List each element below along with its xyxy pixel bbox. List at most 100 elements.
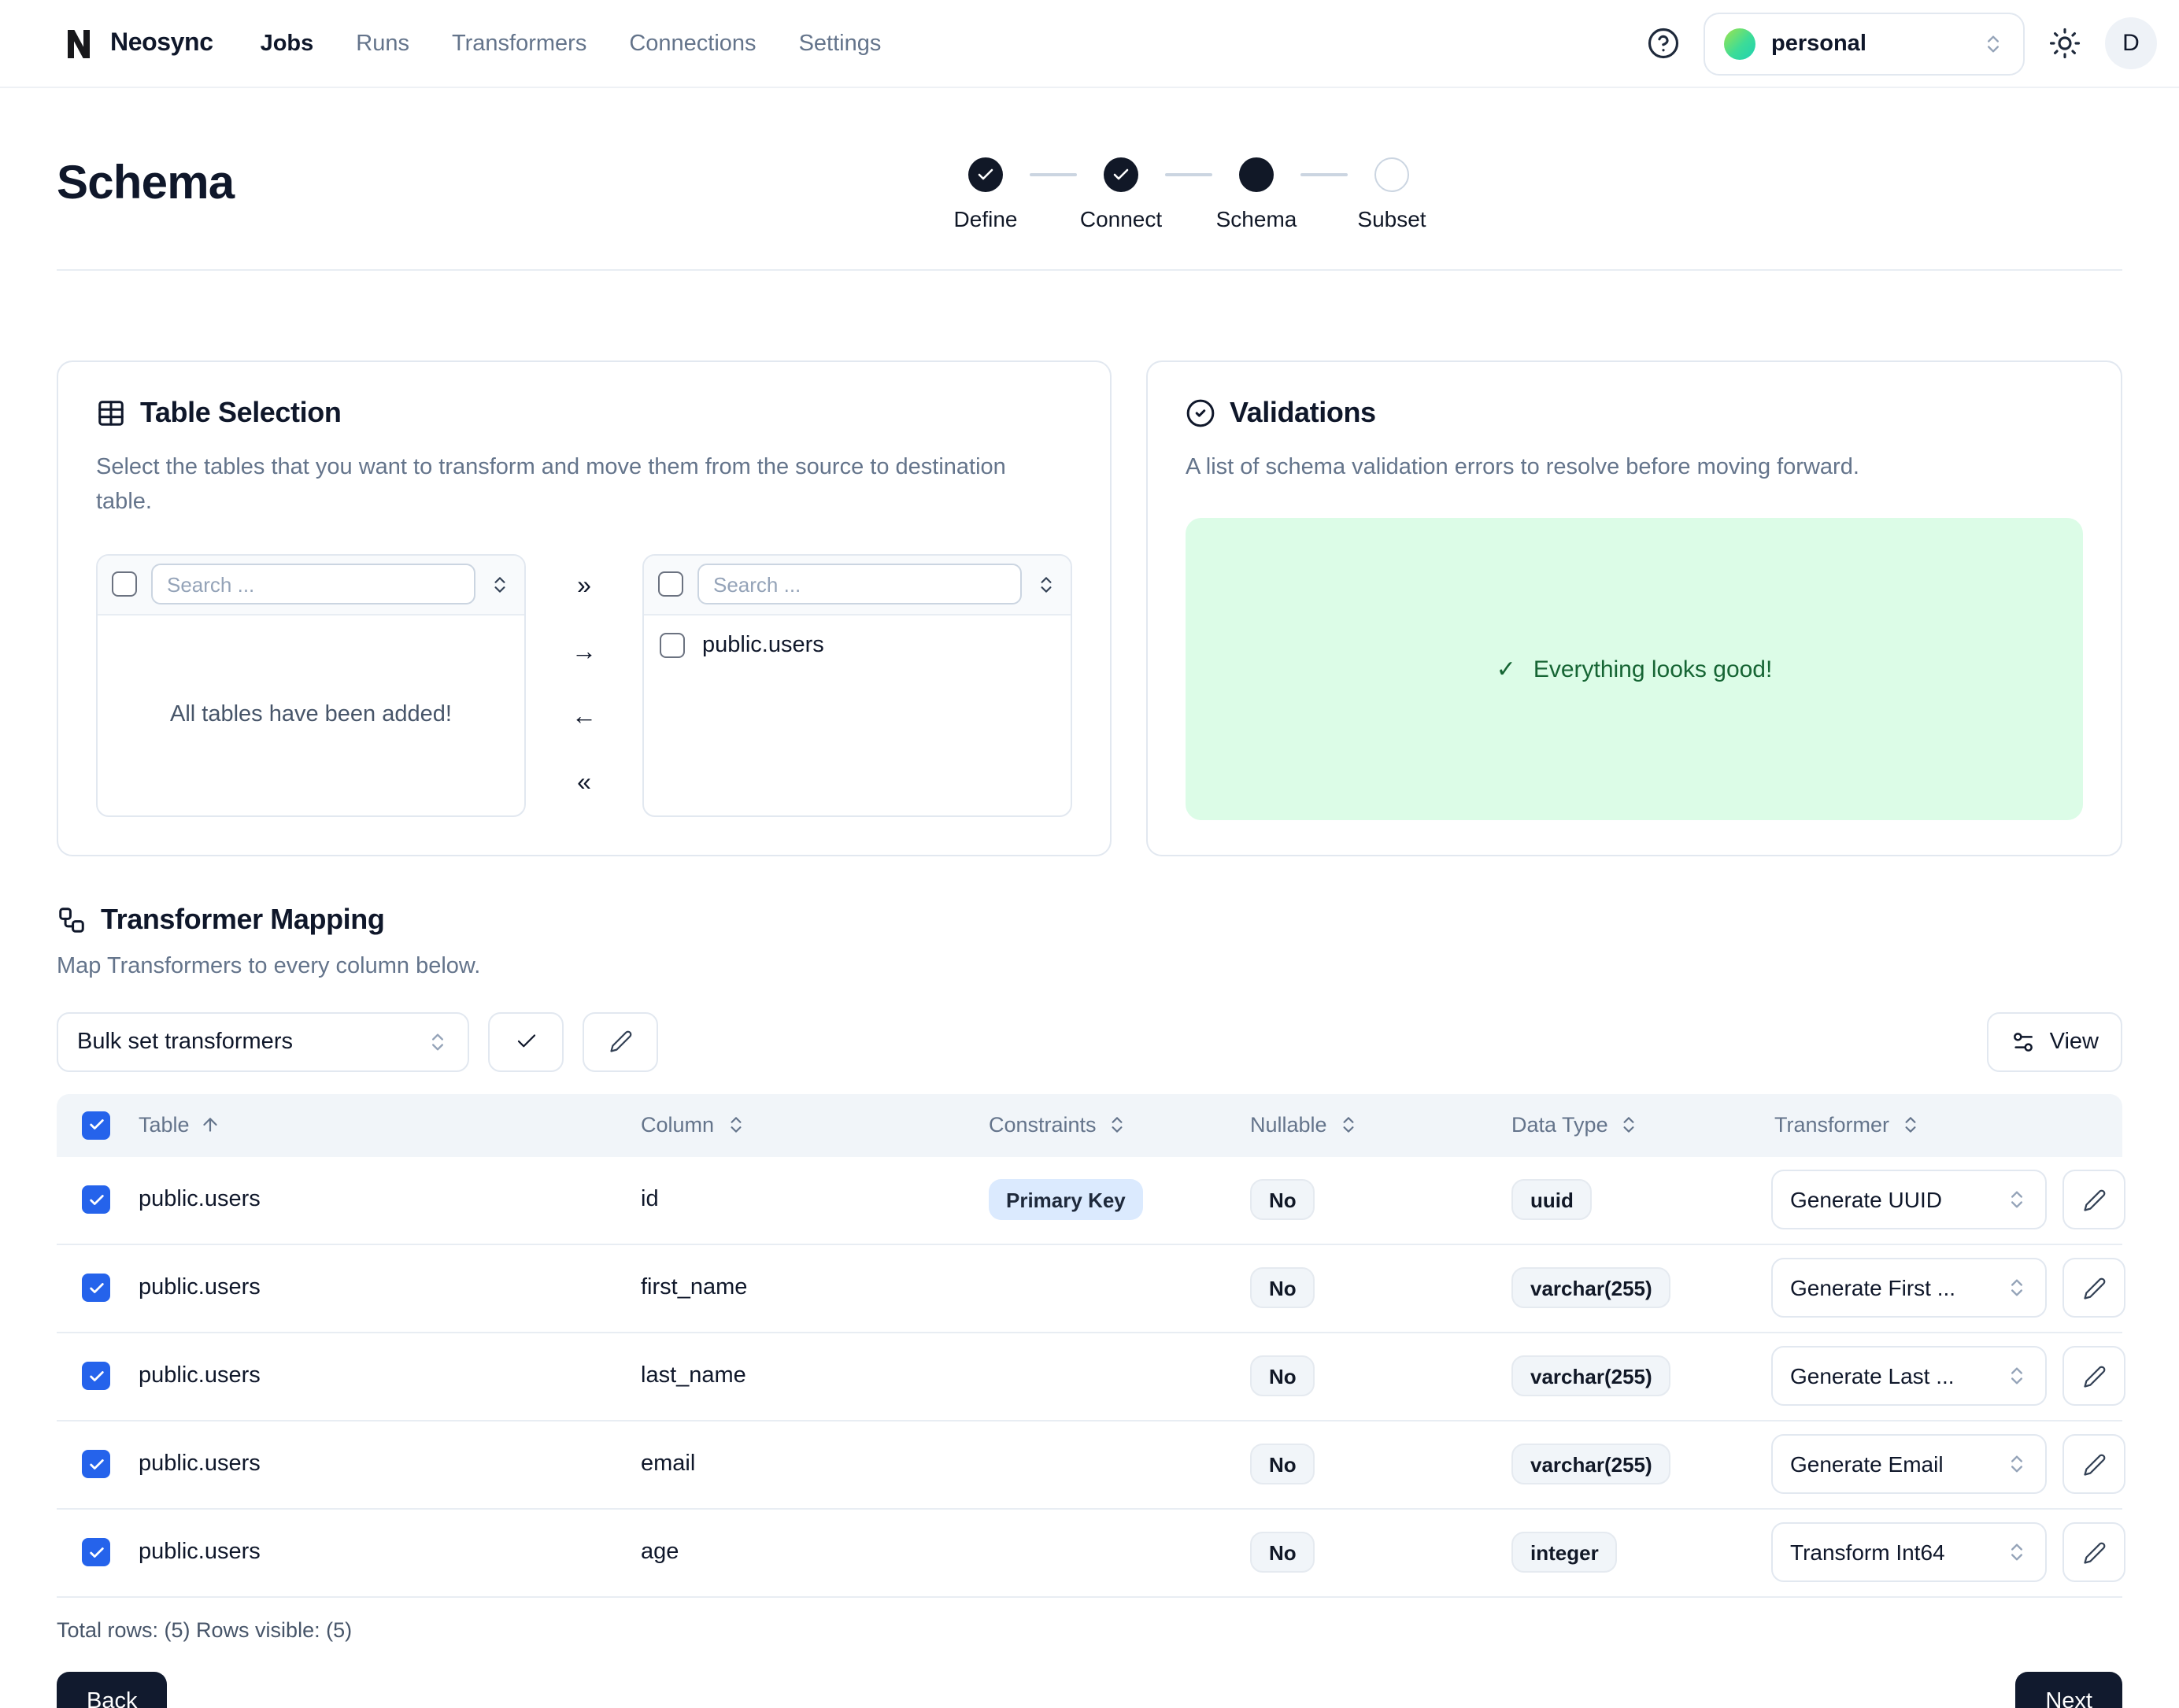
back-button[interactable]: Back bbox=[57, 1672, 168, 1708]
datatype-badge: integer bbox=[1511, 1532, 1618, 1573]
row-checkbox[interactable] bbox=[82, 1274, 110, 1302]
select-all-rows-checkbox[interactable] bbox=[82, 1111, 110, 1139]
step-complete-icon bbox=[968, 157, 1003, 192]
sort-header-nullable[interactable]: Nullable bbox=[1234, 1114, 1496, 1137]
move-left-button[interactable]: ← bbox=[560, 695, 608, 742]
row-checkbox[interactable] bbox=[82, 1538, 110, 1566]
table-item-checkbox[interactable] bbox=[660, 633, 685, 658]
bulk-select-label: Bulk set transformers bbox=[77, 1030, 293, 1055]
nav-item-settings[interactable]: Settings bbox=[799, 31, 882, 56]
step-label: Define bbox=[954, 206, 1018, 231]
edit-transformer-button[interactable] bbox=[2062, 1435, 2125, 1495]
select-all-destination-checkbox[interactable] bbox=[658, 572, 683, 597]
row-table-name: public.users bbox=[123, 1540, 625, 1566]
edit-bulk-button[interactable] bbox=[583, 1012, 658, 1072]
user-avatar-initial: D bbox=[2122, 30, 2140, 57]
circle-check-icon bbox=[1186, 398, 1215, 428]
step-connect[interactable]: Connect bbox=[1077, 157, 1165, 231]
view-button-label: View bbox=[2050, 1030, 2099, 1055]
chevrons-up-down-icon bbox=[2006, 1454, 2028, 1476]
brand[interactable]: Neosync bbox=[60, 24, 213, 62]
next-button[interactable]: Next bbox=[2015, 1672, 2122, 1708]
destination-sort-button[interactable] bbox=[1036, 575, 1056, 595]
table-header-row: Table Column Constraints Nullable Data T… bbox=[57, 1094, 2122, 1157]
table-selection-card: Table Selection Select the tables that y… bbox=[57, 360, 1112, 857]
transformer-select[interactable]: Generate Email bbox=[1771, 1435, 2047, 1495]
validations-description: A list of schema validation errors to re… bbox=[1186, 450, 2083, 486]
row-checkbox[interactable] bbox=[82, 1362, 110, 1390]
sort-header-column[interactable]: Column bbox=[625, 1114, 973, 1137]
move-all-left-button[interactable]: « bbox=[560, 760, 608, 808]
validation-success-box: ✓ Everything looks good! bbox=[1186, 519, 2083, 821]
help-button[interactable] bbox=[1647, 27, 1680, 60]
step-label: Connect bbox=[1080, 206, 1162, 231]
source-sort-button[interactable] bbox=[490, 575, 510, 595]
step-label: Schema bbox=[1216, 206, 1297, 231]
row-column-name: last_name bbox=[625, 1364, 973, 1389]
chevrons-up-down-icon bbox=[1982, 32, 2004, 54]
datatype-badge: uuid bbox=[1511, 1180, 1593, 1221]
transformer-select[interactable]: Generate First ... bbox=[1771, 1259, 2047, 1318]
transformer-select[interactable]: Transform Int64 bbox=[1771, 1523, 2047, 1583]
destination-search-input[interactable] bbox=[697, 564, 1022, 605]
nav-item-runs[interactable]: Runs bbox=[356, 31, 409, 56]
chevrons-up-down-icon bbox=[490, 575, 510, 595]
step-connector bbox=[1165, 173, 1212, 176]
transformer-mapping-title: Transformer Mapping bbox=[101, 904, 384, 937]
row-column-name: age bbox=[625, 1540, 973, 1566]
arrow-up-icon bbox=[201, 1115, 221, 1136]
select-all-source-checkbox[interactable] bbox=[112, 572, 137, 597]
apply-bulk-button[interactable] bbox=[488, 1012, 564, 1072]
nav-item-connections[interactable]: Connections bbox=[629, 31, 756, 56]
destination-table-item[interactable]: public.users bbox=[644, 616, 1071, 675]
row-column-name: id bbox=[625, 1188, 973, 1213]
nav-item-jobs[interactable]: Jobs bbox=[261, 31, 314, 56]
row-table-name: public.users bbox=[123, 1188, 625, 1213]
edit-transformer-button[interactable] bbox=[2062, 1523, 2125, 1583]
divider bbox=[57, 269, 2122, 271]
datatype-badge: varchar(255) bbox=[1511, 1268, 1671, 1309]
step-subset[interactable]: Subset bbox=[1348, 157, 1436, 231]
transformer-select-label: Generate Last ... bbox=[1790, 1364, 1955, 1389]
row-table-name: public.users bbox=[123, 1452, 625, 1477]
row-checkbox[interactable] bbox=[82, 1450, 110, 1478]
step-current-icon bbox=[1239, 157, 1274, 192]
sort-header-transformer[interactable]: Transformer bbox=[1759, 1114, 2122, 1137]
step-define[interactable]: Define bbox=[942, 157, 1030, 231]
source-search-input[interactable] bbox=[151, 564, 475, 605]
transformer-select-label: Generate UUID bbox=[1790, 1188, 1942, 1213]
move-right-button[interactable]: → bbox=[560, 629, 608, 676]
theme-toggle-button[interactable] bbox=[2048, 27, 2081, 60]
table-selection-title: Table Selection bbox=[140, 397, 341, 430]
pencil-icon bbox=[2082, 1277, 2106, 1300]
neosync-logo-icon bbox=[60, 24, 98, 62]
chevrons-up-down-icon bbox=[2006, 1366, 2028, 1388]
edit-transformer-button[interactable] bbox=[2062, 1170, 2125, 1230]
transformer-select[interactable]: Generate UUID bbox=[1771, 1170, 2047, 1230]
sort-header-constraints[interactable]: Constraints bbox=[973, 1114, 1234, 1137]
transformer-select[interactable]: Generate Last ... bbox=[1771, 1347, 2047, 1407]
sort-header-datatype[interactable]: Data Type bbox=[1496, 1114, 1759, 1137]
nullable-badge: No bbox=[1250, 1180, 1315, 1221]
bulk-set-transformers-select[interactable]: Bulk set transformers bbox=[57, 1012, 469, 1072]
user-avatar[interactable]: D bbox=[2105, 17, 2157, 69]
help-icon bbox=[1647, 27, 1680, 60]
success-check-icon: ✓ bbox=[1496, 656, 1516, 684]
nav-item-transformers[interactable]: Transformers bbox=[452, 31, 586, 56]
table-icon bbox=[96, 398, 126, 428]
chevrons-up-down-icon bbox=[1108, 1115, 1128, 1136]
sun-icon bbox=[2048, 27, 2081, 60]
check-icon bbox=[514, 1030, 538, 1054]
row-checkbox[interactable] bbox=[82, 1185, 110, 1214]
step-schema[interactable]: Schema bbox=[1212, 157, 1300, 231]
move-all-right-button[interactable]: » bbox=[560, 564, 608, 611]
view-options-button[interactable]: View bbox=[1987, 1012, 2122, 1072]
edit-transformer-button[interactable] bbox=[2062, 1259, 2125, 1318]
chevrons-up-down-icon bbox=[2006, 1189, 2028, 1211]
sort-header-table[interactable]: Table bbox=[123, 1114, 625, 1137]
edit-transformer-button[interactable] bbox=[2062, 1347, 2125, 1407]
workspace-select[interactable]: personal bbox=[1704, 12, 2025, 75]
pencil-icon bbox=[609, 1030, 632, 1054]
nullable-badge: No bbox=[1250, 1532, 1315, 1573]
row-table-name: public.users bbox=[123, 1364, 625, 1389]
